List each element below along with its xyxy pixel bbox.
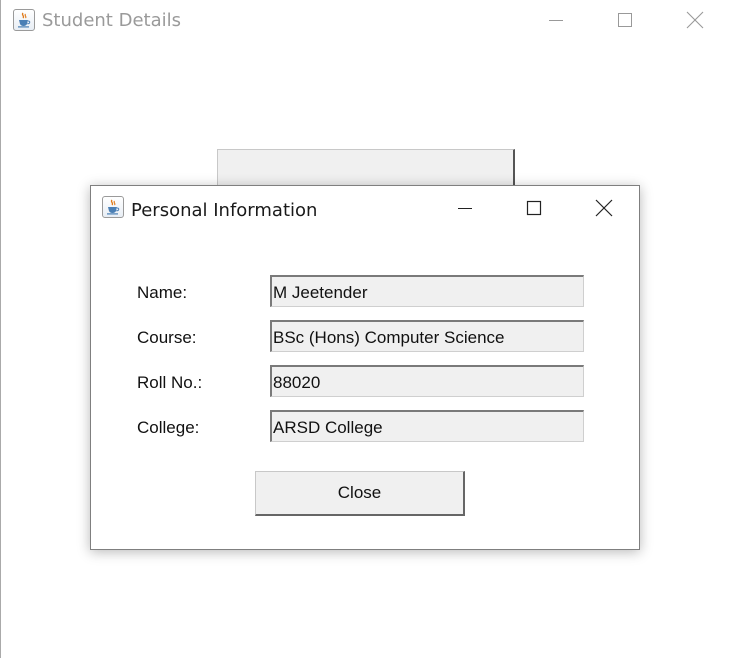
close-icon <box>686 11 704 29</box>
maximize-icon <box>526 200 542 216</box>
java-cup-icon <box>13 9 35 31</box>
maximize-button[interactable] <box>602 0 648 40</box>
minimize-icon <box>549 20 563 21</box>
main-titlebar[interactable]: Student Details <box>1 0 729 42</box>
minimize-button[interactable] <box>533 0 579 40</box>
roll-no-field[interactable] <box>270 365 584 397</box>
background-panel <box>217 149 515 189</box>
roll-no-label: Roll No.: <box>137 373 203 392</box>
close-dialog-button[interactable]: Close <box>255 471 465 516</box>
course-field[interactable] <box>270 320 584 352</box>
course-label: Course: <box>137 328 197 347</box>
maximize-icon <box>618 13 632 27</box>
name-label: Name: <box>137 283 188 302</box>
close-button[interactable] <box>672 0 718 40</box>
dialog-minimize-button[interactable] <box>442 188 488 228</box>
dialog-title: Personal Information <box>131 200 318 221</box>
dialog-titlebar[interactable]: Personal Information <box>91 186 639 230</box>
dialog-maximize-button[interactable] <box>511 188 557 228</box>
name-field[interactable] <box>270 275 584 307</box>
college-field[interactable] <box>270 410 584 442</box>
college-label: College: <box>137 418 200 437</box>
minimize-icon <box>458 208 472 209</box>
java-cup-icon <box>102 196 124 218</box>
personal-information-dialog: Personal Information Name: Course: Roll … <box>90 185 640 550</box>
dialog-close-button[interactable] <box>581 188 627 228</box>
close-icon <box>595 199 613 217</box>
window-title: Student Details <box>42 10 181 31</box>
